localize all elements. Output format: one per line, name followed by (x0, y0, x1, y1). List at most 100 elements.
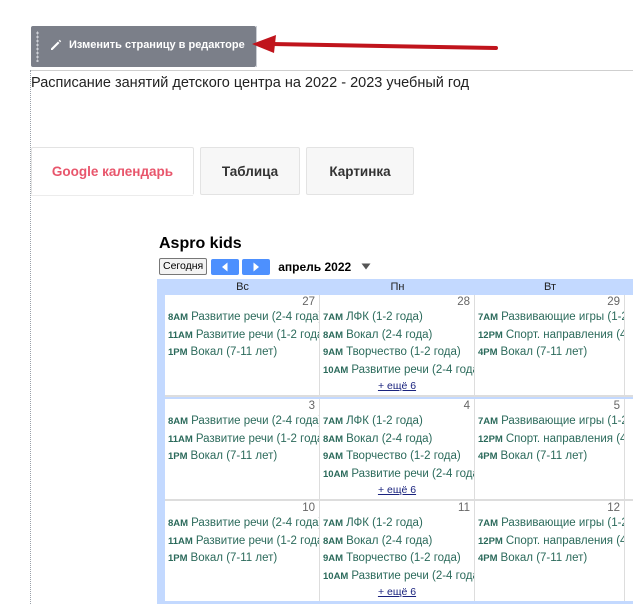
calendar-event[interactable]: 10AM Развитие речи (2-4 года) (323, 467, 475, 480)
event-time: 9AM (323, 347, 344, 358)
calendar-event[interactable]: 12PMСпорт. направления (4-7 лет) (478, 534, 624, 547)
event-time: 11AM (168, 535, 193, 547)
calendar-day-cell[interactable]: 10 8AM Развитие речи (2-4 года) 11AM Развити… (165, 501, 320, 601)
chevron-down-icon[interactable] (361, 263, 371, 270)
event-title: Развитие речи (2-4 года) (191, 311, 320, 323)
today-button[interactable]: Сегодня (159, 258, 208, 275)
more-events-link[interactable]: + ещё 6 (320, 586, 474, 598)
calendar-event[interactable]: 8AM Вокал (2-4 года) (323, 329, 432, 341)
event-time: 4PM (478, 347, 498, 358)
calendar-event[interactable]: 7AMРазвивающие игры (1-2 года) (478, 517, 624, 529)
event-title: Вокал (7-11 лет) (500, 552, 588, 564)
event-title: Творчество (1-2 года) (346, 450, 461, 462)
calendar-event[interactable]: 9AM Творчество (1-2 года) (323, 450, 461, 462)
event-title: Развитие речи (1-2 года) (195, 328, 320, 341)
next-month-button[interactable] (242, 258, 271, 275)
event-title: Развитие речи (1-2 года) (195, 432, 320, 445)
event-time: 4PM (478, 553, 498, 564)
month-label[interactable]: апрель 2022 (278, 260, 351, 274)
calendar-nav: Сегодня апрель 2022 (159, 258, 371, 275)
day-number: 5 (613, 400, 620, 412)
event-title: Спорт. направления (4-7 лет) (505, 328, 624, 341)
calendar-event[interactable]: 10AM Развитие речи (2-4 года) (323, 364, 474, 376)
event-time: 4PM (478, 451, 498, 462)
calendar-event[interactable]: 7AM ЛФК (1-2 года) (323, 311, 423, 323)
event-time: 8AM (323, 433, 344, 445)
calendar-event[interactable]: 8AM Развитие речи (2-4 года) (168, 415, 320, 427)
calendar-event[interactable]: 7AM ЛФК (1-2 года) (323, 415, 423, 427)
calendar-event[interactable]: 1PM Вокал (7-11 лет) (168, 450, 277, 462)
event-title: Развитие речи (2-4 года) (191, 517, 320, 529)
day-number: 12 (607, 502, 620, 514)
calendar-event[interactable]: 7AM ЛФК (1-2 года) (323, 517, 423, 529)
calendar-event[interactable]: 8AM Развитие речи (2-4 года) (168, 517, 320, 529)
tab-picture[interactable]: Картинка (306, 147, 414, 195)
event-time: 7AM (478, 518, 499, 529)
event-time: 7AM (323, 312, 344, 323)
event-title: Спорт. направления (4-7 лет) (505, 534, 624, 547)
calendar-day-cell[interactable]: 11 7AM ЛФК (1-2 года) 8AM Вокал (2-4 года) 9A… (320, 501, 475, 601)
event-title: Вокал (7-11 лет) (500, 346, 588, 358)
calendar-event[interactable]: 4PM Вокал (7-11 лет) (478, 552, 587, 564)
event-title: ЛФК (1-2 года) (346, 517, 423, 529)
calendar-event[interactable]: 4PM Вокал (7-11 лет) (478, 450, 587, 462)
edit-page-button[interactable]: Изменить страницу в редакторе (49, 38, 261, 52)
event-time: 7AM (323, 416, 344, 427)
event-title: Развитие речи (2-4 года) (191, 415, 320, 427)
tab-table[interactable]: Таблица (200, 147, 300, 195)
content-frame-border (31, 70, 633, 71)
calendar-event[interactable]: 9AM Творчество (1-2 года) (323, 552, 461, 564)
event-title: Вокал (7-11 лет) (190, 346, 278, 358)
calendar-event[interactable]: 12PMСпорт. направления (4-7 лет) (478, 328, 624, 341)
calendar-event[interactable]: 1PM Вокал (7-11 лет) (168, 552, 277, 564)
drag-handle-icon[interactable] (36, 31, 39, 62)
event-time: 8AM (168, 416, 189, 427)
more-events-link[interactable]: + ещё 6 (320, 484, 474, 496)
day-number: 4 (463, 400, 470, 412)
event-time: 12PM (478, 433, 503, 445)
event-title: Вокал (7-11 лет) (500, 450, 588, 462)
calendar-title: Aspro kids (159, 235, 242, 252)
more-events-link[interactable]: + ещё 6 (320, 380, 474, 392)
edit-toolbar: Изменить страницу в редакторе (31, 26, 260, 67)
calendar-day-cell[interactable]: 29 7AMРазвивающие игры (1-2 года) 12PMСпор… (475, 295, 625, 395)
calendar-day-cell[interactable]: 12 7AMРазвивающие игры (1-2 года) 12PMСпор… (475, 501, 625, 601)
day-of-week-header: Вс Пн Вт (157, 279, 633, 295)
calendar-event[interactable]: 8AM Вокал (2-4 года) (323, 535, 432, 547)
calendar-day-cell[interactable]: 5 7AMРазвивающие игры (1-2 года) 12PMСпорт… (475, 399, 625, 499)
calendar-day-cell[interactable]: 28 7AM ЛФК (1-2 года) 8AM Вокал (2-4 года) 9A… (320, 295, 475, 395)
calendar-event[interactable]: 11AM Развитие речи (1-2 года) (168, 328, 320, 341)
calendar-day-cell[interactable]: 4 7AM ЛФК (1-2 года) 8AM Вокал (2-4 года) 9AM… (320, 399, 475, 499)
calendar-event[interactable]: 11AM Развитие речи (1-2 года) (168, 535, 319, 547)
event-title: Спорт. направления (4-7 лет) (505, 432, 624, 445)
calendar-event[interactable]: 1PM Вокал (7-11 лет) (168, 346, 277, 358)
calendar-event[interactable]: 8AM Вокал (2-4 года) (323, 433, 432, 445)
event-title: Вокал (2-4 года) (346, 432, 433, 445)
annotation-arrow (252, 35, 498, 53)
calendar-event[interactable]: 10AM Развитие речи (2-4 года) (323, 570, 474, 582)
calendar-day-cell[interactable]: 27 8AM Развитие речи (2-4 года) 11AM Развити… (165, 295, 320, 395)
calendar-event[interactable]: 11AM Развитие речи (1-2 года) (168, 432, 320, 445)
event-title: Развитие речи (2-4 года) (351, 467, 475, 480)
event-title: Вокал (7-11 лет) (190, 450, 278, 462)
calendar-day-cell[interactable]: 3 8AM Развитие речи (2-4 года) 11AM Развитие… (165, 399, 320, 499)
event-time: 7AM (478, 416, 499, 427)
event-title: ЛФК (1-2 года) (346, 311, 423, 323)
day-number: 10 (302, 502, 315, 514)
pencil-icon (51, 39, 62, 50)
event-time: 7AM (478, 312, 499, 323)
tab-google-calendar[interactable]: Google календарь (31, 147, 194, 195)
calendar-event[interactable]: 8AM Развитие речи (2-4 года) (168, 311, 320, 323)
event-time: 8AM (323, 329, 344, 341)
day-of-week-label: Вт (543, 281, 556, 293)
calendar-event[interactable]: 12PMСпорт. направления (4-7 лет) (478, 432, 624, 445)
calendar-event[interactable]: 7AMРазвивающие игры (1-2 года) (478, 311, 624, 323)
calendar-event[interactable]: 4PM Вокал (7-11 лет) (478, 346, 587, 358)
calendar-event[interactable]: 7AMРазвивающие игры (1-2 года) (478, 415, 624, 427)
event-time: 8AM (323, 535, 344, 547)
calendar-week-row: 10 8AM Развитие речи (2-4 года) 11AM Развити… (165, 501, 633, 601)
prev-month-button[interactable] (211, 258, 240, 275)
calendar-event[interactable]: 9AM Творчество (1-2 года) (323, 346, 461, 358)
event-time: 8AM (168, 312, 189, 323)
event-title: ЛФК (1-2 года) (346, 415, 423, 427)
